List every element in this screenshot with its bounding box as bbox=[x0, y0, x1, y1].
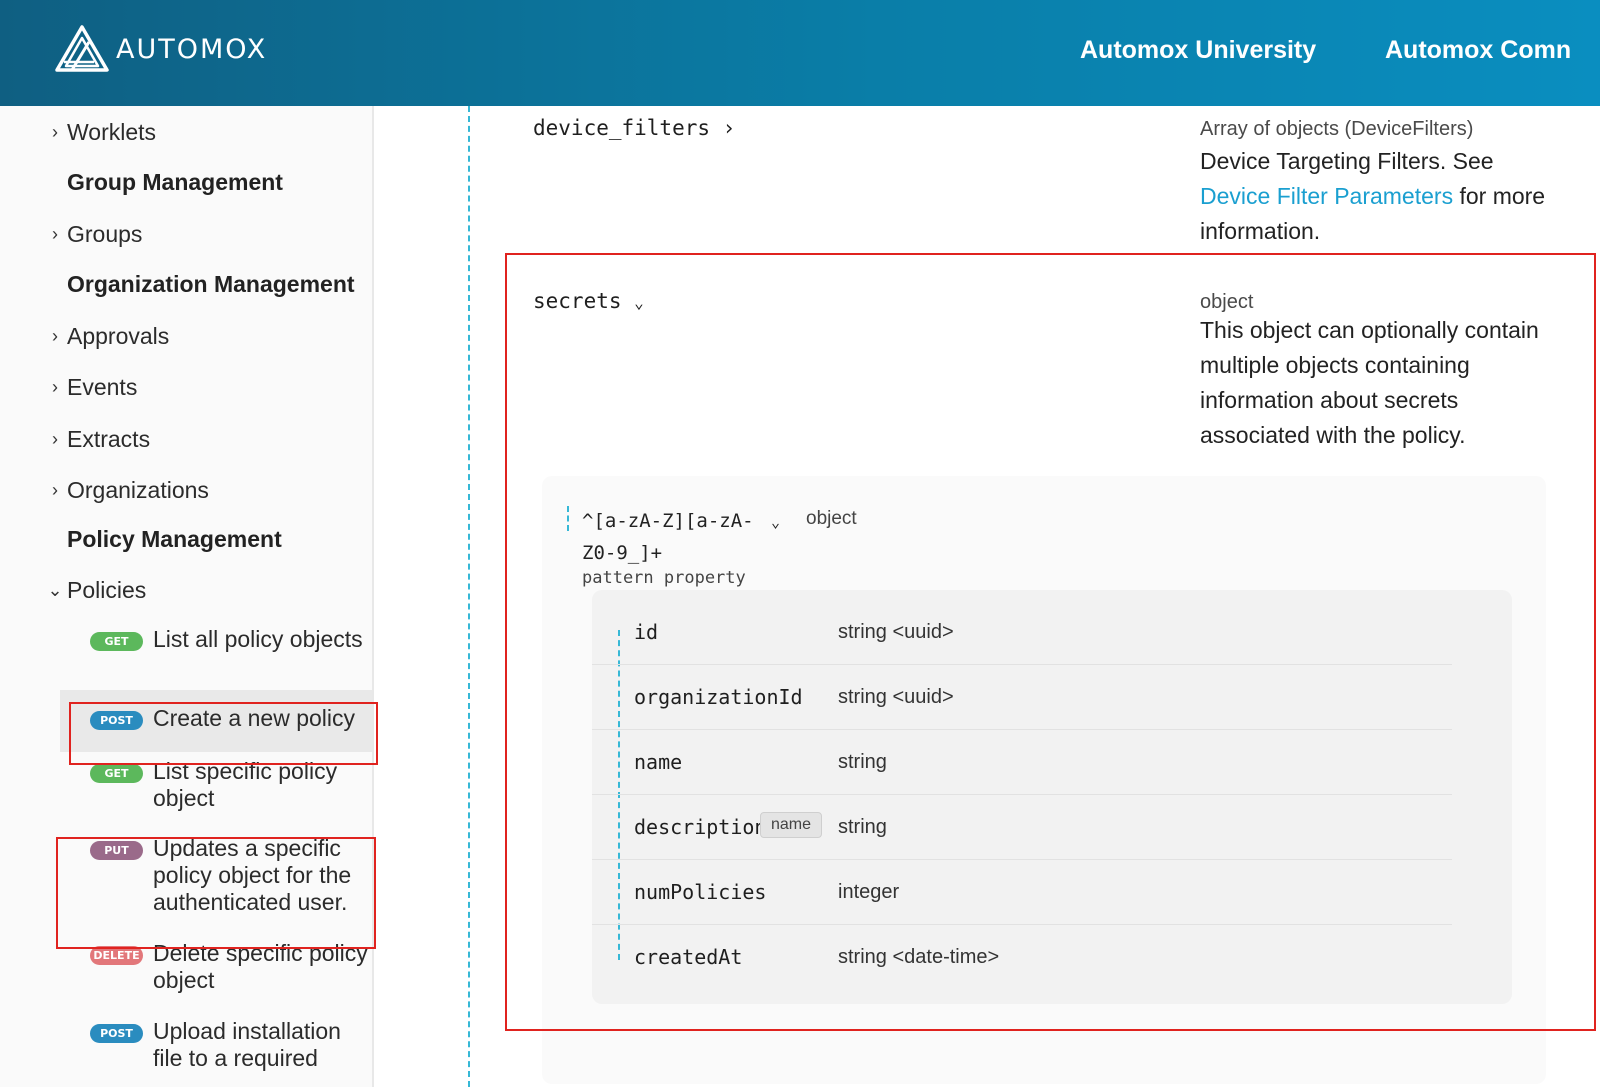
section-group-management: Group Management bbox=[67, 169, 283, 195]
sidebar-item-label: Groups bbox=[67, 220, 143, 247]
chevron-right-icon: › bbox=[52, 479, 58, 500]
operation-upload-installation-file[interactable]: POST Upload installation file to a requi… bbox=[60, 1018, 372, 1072]
automox-logo[interactable]: AUTOMOX bbox=[54, 24, 267, 74]
section-organization-management: Organization Management bbox=[67, 271, 355, 297]
operation-label: List all policy objects bbox=[153, 626, 363, 652]
operation-label: Upload installation file to a required bbox=[153, 1018, 341, 1071]
sidebar-item-label: Organizations bbox=[67, 476, 209, 503]
chevron-right-icon: › bbox=[52, 121, 58, 142]
chevron-down-icon: ⌄ bbox=[47, 579, 63, 600]
chevron-right-icon: › bbox=[722, 116, 736, 140]
chevron-right-icon: › bbox=[52, 223, 58, 244]
method-badge: POST bbox=[90, 1024, 143, 1043]
sidebar-item-worklets[interactable]: › Worklets bbox=[0, 116, 372, 148]
sidebar-item-groups[interactable]: › Groups bbox=[0, 218, 372, 250]
description-text: Device Targeting Filters. See bbox=[1200, 148, 1494, 174]
operation-label: List specific policy object bbox=[153, 758, 338, 811]
sidebar-item-label: Approvals bbox=[67, 322, 170, 349]
property-name: device_filters bbox=[533, 116, 711, 140]
sidebar-item-events[interactable]: › Events bbox=[0, 371, 372, 403]
highlight-box bbox=[69, 702, 378, 765]
device-filter-parameters-link[interactable]: Device Filter Parameters bbox=[1200, 183, 1453, 209]
highlight-box bbox=[56, 837, 376, 949]
operation-list-specific-policy-object[interactable]: GET List specific policy object bbox=[60, 758, 372, 812]
property-type: Array of objects (DeviceFilters) bbox=[1200, 118, 1474, 140]
sidebar-item-organizations[interactable]: › Organizations bbox=[0, 474, 372, 506]
sidebar-item-label: Extracts bbox=[67, 425, 151, 452]
logo-text: AUTOMOX bbox=[116, 33, 268, 65]
nav-automox-community[interactable]: Automox Comn bbox=[1385, 36, 1571, 65]
sidebar-item-label: Policies bbox=[67, 576, 147, 603]
top-header: AUTOMOX Automox University Automox Comn bbox=[0, 0, 1600, 106]
chevron-right-icon: › bbox=[52, 325, 58, 346]
method-badge: GET bbox=[90, 632, 143, 651]
sidebar-item-policies[interactable]: ⌄ Policies bbox=[0, 574, 372, 606]
method-badge: GET bbox=[90, 764, 143, 783]
section-policy-management: Policy Management bbox=[67, 526, 282, 552]
guide-line bbox=[468, 106, 470, 1087]
chevron-right-icon: › bbox=[52, 376, 58, 397]
highlight-box bbox=[505, 253, 1596, 1031]
sidebar-item-approvals[interactable]: › Approvals bbox=[0, 320, 372, 352]
sidebar-item-label: Events bbox=[67, 373, 138, 400]
sidebar-item-extracts[interactable]: › Extracts bbox=[0, 423, 372, 455]
nav-automox-university[interactable]: Automox University bbox=[1080, 36, 1316, 65]
automox-logo-icon bbox=[55, 25, 109, 72]
property-description: Device Targeting Filters. See Device Fil… bbox=[1200, 144, 1570, 249]
chevron-right-icon: › bbox=[52, 428, 58, 449]
property-device-filters[interactable]: device_filters › bbox=[533, 116, 735, 140]
operation-list-all-policy-objects[interactable]: GET List all policy objects bbox=[60, 626, 372, 653]
sidebar-item-label: Worklets bbox=[67, 118, 157, 145]
